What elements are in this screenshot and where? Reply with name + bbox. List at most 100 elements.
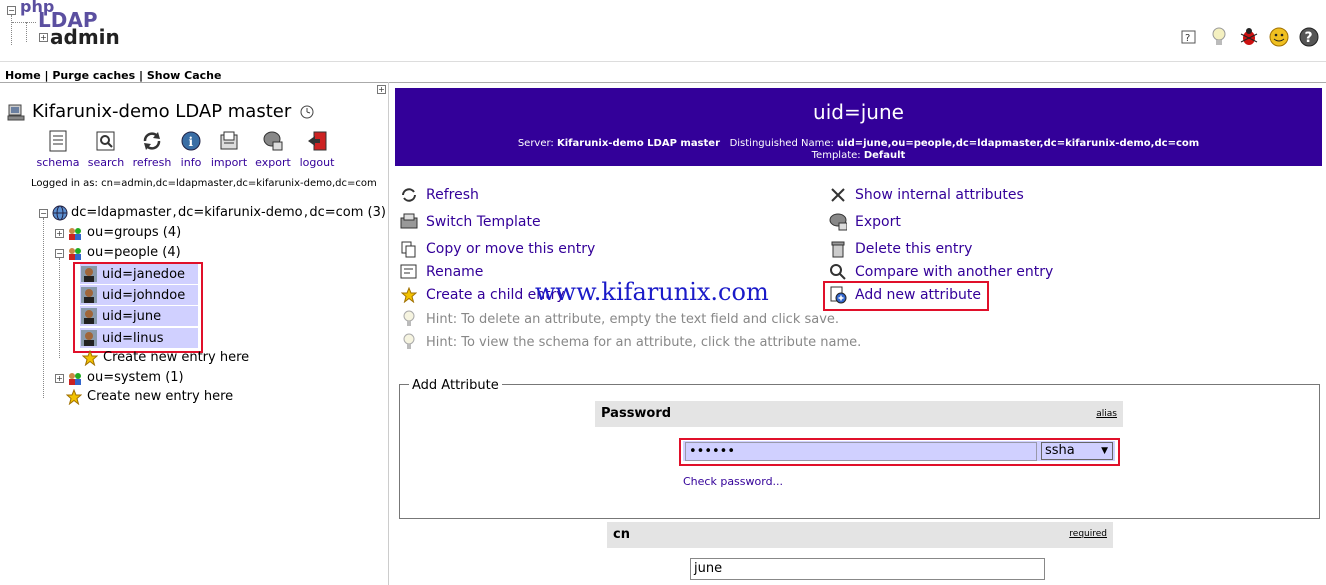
- lightbulb-icon: [400, 333, 418, 351]
- template-label: Template:: [811, 150, 864, 161]
- purge-caches-link[interactable]: Purge caches: [52, 69, 135, 82]
- home-link[interactable]: Home: [5, 69, 41, 82]
- logo-admin-text: admin: [50, 25, 120, 49]
- export-link[interactable]: Export: [855, 214, 901, 230]
- copy-move-action[interactable]: Copy or move this entry: [400, 240, 595, 258]
- svg-text:?: ?: [1305, 30, 1313, 46]
- export-button[interactable]: export: [248, 130, 298, 169]
- show-internal-link[interactable]: Show internal attributes: [855, 187, 1024, 203]
- template-value: Default: [863, 150, 906, 161]
- groups-expand-icon[interactable]: +: [55, 229, 64, 238]
- tree-line: [43, 218, 45, 398]
- svg-text:i: i: [189, 135, 194, 149]
- panel-expand-icon[interactable]: +: [377, 85, 386, 94]
- logout-icon: [306, 130, 328, 152]
- star-icon: [65, 388, 83, 409]
- logout-button[interactable]: logout: [292, 130, 342, 169]
- logo-collapse-box-icon: −: [7, 6, 16, 15]
- copy-move-link[interactable]: Copy or move this entry: [426, 241, 595, 257]
- hint-schema: Hint: To view the schema for an attribut…: [400, 333, 861, 351]
- password-alias-tag: alias: [1096, 409, 1117, 419]
- tree-root-dn[interactable]: dc=ldapmaster , dc=kifarunix-demo , dc=c…: [71, 205, 386, 220]
- password-attribute-label[interactable]: Password: [601, 406, 671, 421]
- export-label: export: [255, 156, 291, 169]
- schema-button[interactable]: schema: [33, 130, 83, 169]
- show-internal-action[interactable]: Show internal attributes: [829, 186, 1024, 204]
- create-entry-people-link[interactable]: Create new entry here: [103, 350, 249, 365]
- compare-action[interactable]: Compare with another entry: [829, 263, 1053, 281]
- tools-icon: [829, 186, 847, 204]
- entry-title: uid=june: [813, 100, 904, 124]
- delete-link[interactable]: Delete this entry: [855, 241, 972, 257]
- create-entry-root-link[interactable]: Create new entry here: [87, 389, 233, 404]
- server-icon: [7, 102, 27, 126]
- clock-icon[interactable]: [300, 104, 314, 123]
- ou-icon: [67, 370, 83, 390]
- top-nav: Home | Purge caches | Show Cache: [0, 61, 1326, 83]
- people-collapse-icon[interactable]: −: [55, 249, 64, 258]
- rename-link[interactable]: Rename: [426, 264, 483, 280]
- tree-ou-system[interactable]: ou=system (1): [87, 370, 184, 385]
- add-attribute-highlight-box: [823, 281, 989, 311]
- question-icon[interactable]: ?: [1298, 26, 1320, 48]
- copy-icon: [400, 240, 418, 258]
- globe-icon: [52, 205, 68, 225]
- add-attribute-legend: Add Attribute: [409, 378, 502, 393]
- server-title: Kifarunix-demo LDAP master: [32, 101, 292, 122]
- schema-label: schema: [36, 156, 80, 169]
- svg-text:?: ?: [1185, 33, 1190, 44]
- help-icon[interactable]: ?: [1178, 26, 1200, 48]
- compare-link[interactable]: Compare with another entry: [855, 264, 1053, 280]
- cn-input[interactable]: june: [690, 558, 1045, 580]
- password-highlight-box: [679, 438, 1120, 466]
- delete-action[interactable]: Delete this entry: [829, 240, 972, 258]
- logo-tree-line: [12, 22, 36, 24]
- logo-tree-line: [26, 22, 28, 42]
- password-attribute-header: Password alias: [595, 401, 1123, 427]
- export-icon: [262, 130, 284, 152]
- server-label: Server:: [517, 138, 557, 149]
- import-icon: [218, 130, 240, 152]
- star-icon: [81, 349, 99, 370]
- entry-header: uid=june Server: Kifarunix-demo LDAP mas…: [395, 88, 1322, 166]
- check-password-link[interactable]: Check password...: [683, 475, 783, 488]
- compare-icon: [829, 263, 847, 281]
- switch-template-link[interactable]: Switch Template: [426, 214, 541, 230]
- tree-ou-people[interactable]: ou=people (4): [87, 245, 181, 260]
- tree-line: [59, 258, 61, 358]
- hint-delete-text: Hint: To delete an attribute, empty the …: [426, 311, 840, 327]
- smiley-icon[interactable]: [1268, 26, 1290, 48]
- export-action[interactable]: Export: [829, 213, 901, 231]
- bug-icon[interactable]: [1238, 26, 1260, 48]
- cn-attribute-label[interactable]: cn: [613, 527, 630, 542]
- watermark: www.kifarunix.com: [535, 278, 769, 306]
- system-expand-icon[interactable]: +: [55, 374, 64, 383]
- star-icon: [400, 286, 418, 304]
- rename-icon: [400, 263, 418, 281]
- search-button[interactable]: search: [81, 130, 131, 169]
- dn-value: uid=june,ou=people,dc=ldapmaster,dc=kifa…: [837, 138, 1200, 149]
- phpldapadmin-logo[interactable]: − + php LDAP admin: [0, 0, 120, 52]
- hint-delete: Hint: To delete an attribute, empty the …: [400, 310, 839, 328]
- refresh-link[interactable]: Refresh: [426, 187, 479, 203]
- logo-expand-box-icon: +: [39, 33, 48, 42]
- lightbulb-icon[interactable]: [1208, 26, 1230, 48]
- logout-label: logout: [299, 156, 335, 169]
- rename-action[interactable]: Rename: [400, 263, 483, 281]
- switch-template-icon: [400, 213, 418, 231]
- cn-attribute-header: cn required: [607, 522, 1113, 548]
- root-collapse-icon[interactable]: −: [39, 209, 48, 218]
- nav-separator: |: [135, 69, 147, 82]
- cn-required-tag: required: [1069, 529, 1107, 539]
- refresh-action[interactable]: Refresh: [400, 186, 479, 204]
- schema-icon: [47, 130, 69, 152]
- switch-template-action[interactable]: Switch Template: [400, 213, 541, 231]
- logged-in-text: Logged in as: cn=admin,dc=ldapmaster,dc=…: [31, 178, 377, 189]
- import-button[interactable]: import: [204, 130, 254, 169]
- tree-ou-groups[interactable]: ou=groups (4): [87, 225, 181, 240]
- users-highlight-box: [73, 262, 203, 353]
- show-cache-link[interactable]: Show Cache: [147, 69, 222, 82]
- lightbulb-icon: [400, 310, 418, 328]
- dn-label: Distinguished Name:: [729, 138, 838, 149]
- search-icon: [95, 130, 117, 152]
